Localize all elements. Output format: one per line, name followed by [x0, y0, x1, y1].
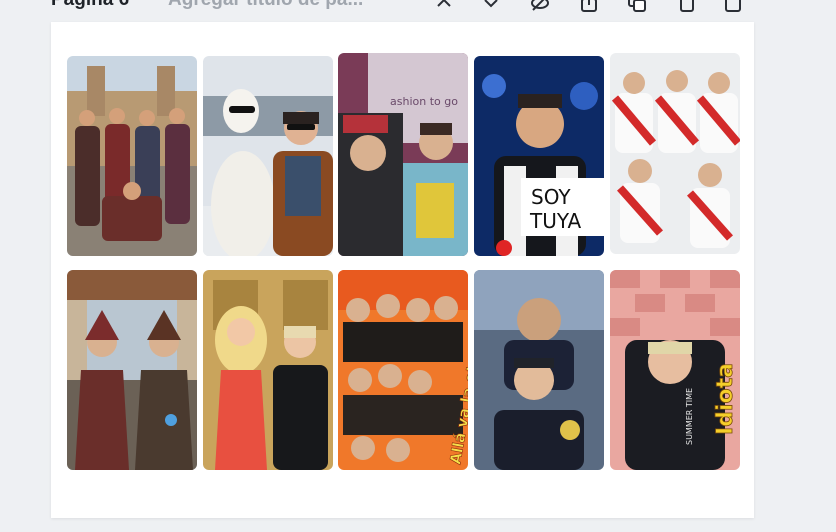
- photo-orange-collage[interactable]: Allá va la otra parte: [338, 270, 468, 470]
- chevron-up-icon[interactable]: [433, 0, 455, 14]
- photo-blonde-woman[interactable]: [203, 270, 333, 470]
- shirt-text: SUMMER TIME: [685, 388, 694, 445]
- page-label: Página 6: [51, 0, 129, 11]
- idiota-caption: Idiota: [713, 363, 738, 435]
- photo-uniform-selfie[interactable]: [474, 270, 604, 470]
- sign-line-2: TUYA: [529, 209, 582, 233]
- sign-line-1: SOY: [531, 185, 571, 209]
- photo-andean-plaza[interactable]: [67, 56, 197, 256]
- delete-icon[interactable]: [676, 0, 698, 14]
- shop-sign-text: ashion to go: [390, 95, 458, 108]
- page-header: Página 6 Agregar título de pá...: [0, 0, 836, 22]
- photo-soy-tuya-sign[interactable]: SOY TUYA: [474, 56, 604, 256]
- photo-shop-entrance[interactable]: ashion to go: [338, 53, 468, 256]
- design-page-canvas[interactable]: ashion to go SOY TUYA SUMMER TIME Idiota: [51, 22, 754, 518]
- photo-andean-street[interactable]: [67, 270, 197, 470]
- chevron-down-icon[interactable]: [480, 0, 502, 14]
- page-title-input[interactable]: Agregar título de pá...: [168, 0, 363, 11]
- photo-alpaca[interactable]: [203, 56, 333, 256]
- photo-peru-jerseys[interactable]: [610, 53, 740, 254]
- eye-off-icon[interactable]: [529, 0, 551, 14]
- photo-idiota[interactable]: SUMMER TIME Idiota: [610, 270, 740, 470]
- add-page-icon[interactable]: [722, 0, 744, 14]
- duplicate-icon[interactable]: [626, 0, 648, 14]
- share-icon[interactable]: [578, 0, 600, 14]
